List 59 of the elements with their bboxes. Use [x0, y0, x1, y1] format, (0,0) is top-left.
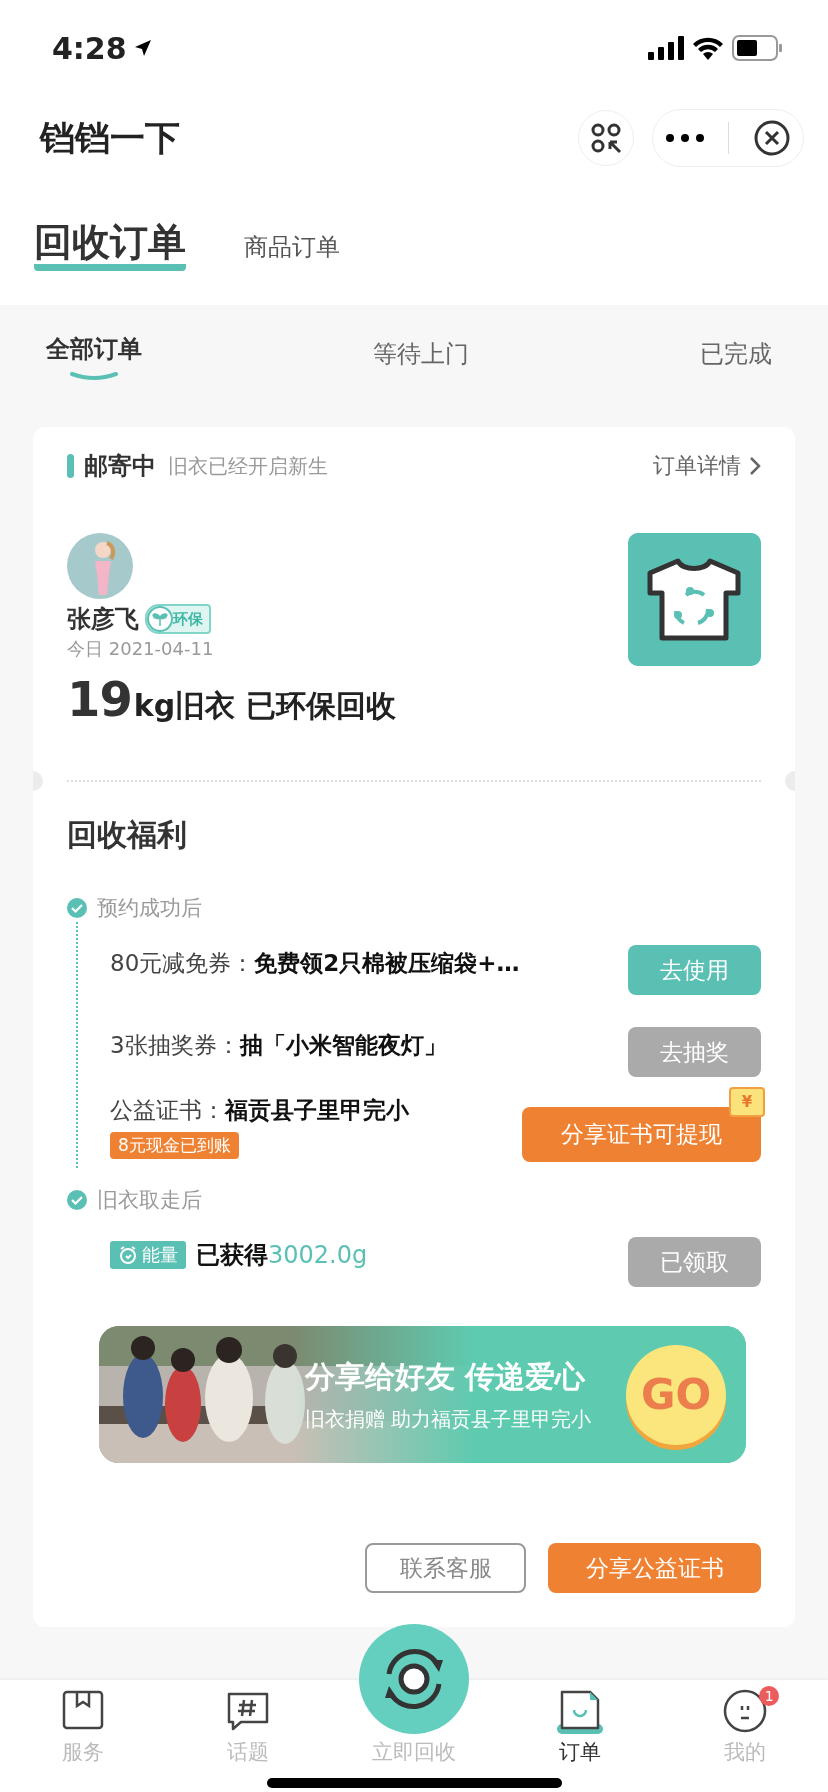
contact-button[interactable]: 联系客服	[365, 1543, 526, 1593]
action-button[interactable]: 去抽奖	[628, 1027, 761, 1077]
action-button[interactable]: 分享证书可提现	[522, 1106, 761, 1162]
weight-summary: kg旧衣 已环保回收	[133, 687, 396, 725]
tag-label: 能量	[142, 1243, 178, 1267]
benefit-value: 免费领2只棉被压缩袋+…	[254, 948, 520, 978]
benefit-value: 抽「小米智能夜灯」	[239, 1030, 447, 1060]
filter-tab[interactable]: 已完成	[700, 331, 772, 379]
order-detail-link[interactable]: 订单详情	[653, 451, 761, 481]
status-time: 4:28	[52, 30, 127, 66]
sprout-icon	[147, 606, 173, 632]
order-type-tab[interactable]: 回收订单	[34, 222, 186, 271]
battery-icon	[732, 35, 782, 61]
tshirt-recycle-icon	[628, 533, 761, 666]
benefit-label: 80元减免券：	[110, 948, 255, 978]
chevron-right-icon	[749, 456, 761, 476]
scan-icon	[590, 122, 622, 154]
alarm-clock-icon	[118, 1245, 138, 1265]
recycle-icon[interactable]	[359, 1624, 469, 1734]
bag-icon	[556, 1688, 603, 1734]
close-icon[interactable]	[753, 119, 792, 157]
status-note: 旧衣已经开启新生	[168, 452, 329, 480]
stage-label: 预约成功后	[97, 895, 202, 922]
scan-button[interactable]	[578, 110, 634, 166]
wifi-icon	[692, 36, 724, 60]
order-type-tab[interactable]: 商品订单	[244, 230, 340, 263]
status-marker	[67, 454, 74, 478]
order-status: 邮寄中	[84, 451, 156, 482]
order-date: 今日 2021-04-11	[67, 637, 215, 661]
energy-label: 已获得	[196, 1240, 268, 1271]
nav-tab[interactable]: 话题	[165, 1680, 332, 1774]
share-button[interactable]: 分享公益证书	[548, 1543, 761, 1593]
nav-tab[interactable]: 订单	[496, 1680, 663, 1774]
banner-subtitle: 旧衣捐赠 助力福贡县子里甲完小	[305, 1405, 593, 1433]
signal-icon	[648, 36, 684, 60]
badge-label: 环保	[173, 609, 203, 629]
benefit-label: 3张抽奖券：	[110, 1030, 240, 1060]
stage-label: 旧衣取走后	[97, 1187, 202, 1214]
filter-tab[interactable]: 等待上门	[373, 331, 469, 379]
user-name: 张彦飞	[67, 604, 139, 635]
more-icon[interactable]	[664, 133, 705, 143]
nav-tab[interactable]: 服务	[0, 1680, 166, 1774]
check-icon	[67, 1190, 87, 1210]
app-title: 铛铛一下	[40, 116, 180, 160]
notification-badge: 1	[759, 1686, 780, 1706]
energy-value: 3002.0g	[268, 1241, 368, 1269]
coupon-badge: ¥	[729, 1086, 765, 1117]
nav-tab[interactable]: 立即回收	[331, 1624, 497, 1774]
action-button[interactable]: 已领取	[628, 1237, 761, 1287]
benefit-label: 公益证书：	[110, 1096, 225, 1125]
benefit-value: 福贡县子里甲完小	[225, 1096, 409, 1125]
action-button[interactable]: 去使用	[628, 945, 761, 995]
cash-tag: 8元现金已到账	[110, 1132, 239, 1159]
weight-value: 19	[67, 671, 132, 727]
section-title: 回收福利	[67, 816, 188, 854]
banner-title: 分享给好友 传递爱心	[305, 1357, 587, 1396]
avatar	[67, 533, 133, 599]
nav-tab[interactable]: 1 我的	[662, 1680, 828, 1774]
check-icon	[67, 898, 87, 918]
